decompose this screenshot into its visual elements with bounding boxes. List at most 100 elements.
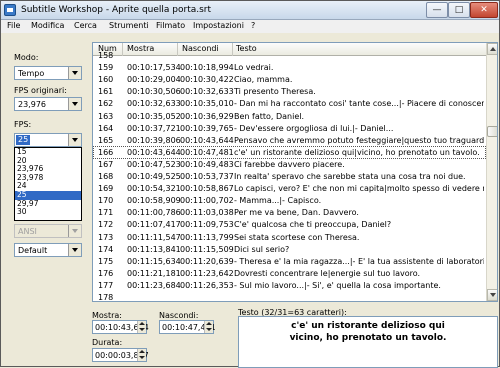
subtitle-line-1: c'e' un ristorante delizioso qui xyxy=(291,321,445,331)
cell-show: 00:10:47,523 xyxy=(127,159,181,169)
cell-num: 158 xyxy=(98,51,114,60)
duration-field[interactable]: 00:00:03,837 xyxy=(92,348,149,362)
fps-original-value: 23,976 xyxy=(18,100,46,109)
cell-show: 00:11:13,841 xyxy=(127,244,181,254)
cell-num: 170 xyxy=(98,196,114,206)
table-row[interactable]: 163 00:10:35,052 00:10:36,929 Ben fatto, Da… xyxy=(93,110,486,123)
cell-show: 00:11:15,634 xyxy=(127,256,181,266)
table-row[interactable]: 177 00:11:23,684 00:11:26,353- Sul mio lav… xyxy=(93,279,486,292)
cell-text: - Sul mio lavoro...|- Si', e' quella la … xyxy=(234,280,441,290)
cell-hide: 00:10:39,765 xyxy=(180,123,234,133)
table-row[interactable]: 160 00:10:29,004 00:10:30,422 Ciao, mamma. xyxy=(93,73,486,86)
chevron-down-icon xyxy=(68,225,81,237)
table-row[interactable]: 166 00:10:43,644 00:10:47,481 c'e' un risto… xyxy=(93,145,486,159)
title-bar[interactable]: Subtitle Workshop - Aprite quella porta.… xyxy=(1,1,499,20)
table-row[interactable]: 171 00:11:00,786 00:11:03,038 Per me va ben… xyxy=(93,206,486,219)
spin-arrows-icon[interactable] xyxy=(137,349,146,361)
chevron-down-icon[interactable] xyxy=(68,134,81,146)
hide-time-label: Nascondi: xyxy=(159,311,199,320)
menu-filmato[interactable]: Filmato xyxy=(156,21,185,30)
table-row[interactable]: 169 00:10:54,321 00:10:58,867 Lo capisci, v… xyxy=(93,182,486,195)
scroll-up-button[interactable] xyxy=(487,43,497,55)
table-row[interactable]: 167 00:10:47,523 00:10:49,483 Ci farebbe da… xyxy=(93,158,486,171)
encoding-select: ANSI xyxy=(14,224,82,238)
cell-num: 174 xyxy=(98,244,114,254)
window-title: Subtitle Workshop - Aprite quella porta.… xyxy=(21,5,212,15)
menu-help[interactable]: ? xyxy=(251,21,255,30)
cell-show: 00:10:35,052 xyxy=(127,111,181,121)
subtitle-line-2: vicino, ho prenotato un tavolo. xyxy=(289,333,447,343)
cell-hide: 00:11:20,639 xyxy=(180,256,234,266)
fps-original-select[interactable]: 23,976 xyxy=(14,97,82,111)
cell-num: 177 xyxy=(98,280,114,290)
chevron-down-icon[interactable] xyxy=(68,98,81,110)
table-row[interactable]: 162 00:10:32,633 00:10:35,010- Dan mi ha r… xyxy=(93,97,486,110)
cell-hide: 00:11:26,353 xyxy=(180,280,234,290)
cell-text: Ci farebbe davvero piacere. xyxy=(234,159,345,169)
table-row[interactable]: 173 00:11:11,547 00:11:13,799 Sei stata sco… xyxy=(93,231,486,244)
menu-file[interactable]: File xyxy=(7,21,20,30)
vertical-scrollbar[interactable] xyxy=(486,43,497,301)
chevron-down-icon[interactable] xyxy=(68,67,81,79)
cell-hide: 00:11:09,753 xyxy=(180,220,234,230)
table-row[interactable]: 176 00:11:21,181 00:11:23,642 Dovresti conc… xyxy=(93,267,486,280)
menu-cerca[interactable]: Cerca xyxy=(74,21,97,30)
table-row[interactable]: 165 00:10:39,806 00:10:43,644 Pensavo che a… xyxy=(93,134,486,147)
cell-hide: 00:10:36,929 xyxy=(180,111,234,121)
maximize-button[interactable]: □ xyxy=(448,2,470,18)
table-row[interactable]: 168 00:10:49,525 00:10:53,737 In realta' sp… xyxy=(93,170,486,183)
subtitle-grid[interactable]: Num Mostra Nascondi Testo 158 159 00:10:17… xyxy=(92,42,498,302)
minimize-button[interactable]: — xyxy=(426,2,448,18)
mode-label: Modo: xyxy=(14,53,39,62)
table-row[interactable]: 164 00:10:37,721 00:10:39,765- Dev'essere … xyxy=(93,122,486,135)
cell-num: 167 xyxy=(98,159,114,169)
cell-text: c'e' un ristorante delizioso qui|vicino,… xyxy=(234,147,480,157)
table-row[interactable]: 158 xyxy=(93,49,486,62)
cell-hide: 00:10:32,633 xyxy=(180,87,234,97)
subtitle-text-editor[interactable]: c'e' un ristorante delizioso qui vicino,… xyxy=(238,316,498,368)
table-row[interactable]: 172 00:11:07,417 00:11:09,753 C'e' qualcosa… xyxy=(93,218,486,231)
subtitle-workshop-icon[interactable] xyxy=(4,4,16,16)
fps-dropdown-list[interactable]: 15 20 23,976 23,978 24 25 29,97 30 xyxy=(14,147,82,221)
fps-option[interactable]: 30 xyxy=(15,208,81,217)
spin-arrows-icon[interactable] xyxy=(137,321,146,333)
cell-show: 00:11:23,684 xyxy=(127,280,181,290)
fps-select[interactable]: 25 xyxy=(14,133,82,147)
table-row[interactable]: 159 00:10:17,534 00:10:18,994 Lo vedrai. xyxy=(93,61,486,74)
mode-select[interactable]: Tempo xyxy=(14,66,82,80)
table-row[interactable]: 178 xyxy=(93,291,486,301)
menu-strumenti[interactable]: Strumenti xyxy=(109,21,149,30)
cell-hide: 00:10:35,010 xyxy=(180,99,234,109)
cell-text: Pensavo che avremmo potuto festeggiare|q… xyxy=(234,135,484,145)
spin-arrows-icon[interactable] xyxy=(204,321,213,333)
hide-time-field[interactable]: 00:10:47,481 xyxy=(159,320,216,334)
edit-panel: Mostra: 00:10:43,644 Nascondi: 00:10:47,… xyxy=(92,307,498,368)
table-row[interactable]: 175 00:11:15,634 00:11:20,639- Theresa e' … xyxy=(93,255,486,268)
table-row[interactable]: 161 00:10:30,506 00:10:32,633 Ti presento T… xyxy=(93,85,486,98)
cell-text: Ti presento Theresa. xyxy=(234,87,316,97)
cell-hide: 00:10:18,994 xyxy=(180,63,234,73)
show-time-field[interactable]: 00:10:43,644 xyxy=(92,320,149,334)
cell-show: 00:11:00,786 xyxy=(127,208,181,218)
cell-hide: 00:11:23,642 xyxy=(180,268,234,278)
scroll-thumb[interactable] xyxy=(487,126,497,137)
scroll-down-button[interactable] xyxy=(487,289,497,301)
cell-num: 176 xyxy=(98,268,114,278)
cell-text: - Dev'essere orgogliosa di lui.|- Daniel… xyxy=(234,123,394,133)
chevron-down-icon[interactable] xyxy=(68,244,81,256)
format-select[interactable]: Default xyxy=(14,243,82,257)
cell-num: 175 xyxy=(98,256,114,266)
cell-hide: 00:11:13,799 xyxy=(180,232,234,242)
table-row[interactable]: 174 00:11:13,841 00:11:15,509 Dici sul seri… xyxy=(93,243,486,256)
cell-show: 00:11:07,417 xyxy=(127,220,181,230)
menu-modifica[interactable]: Modifica xyxy=(31,21,64,30)
cell-num: 171 xyxy=(98,208,114,218)
cell-show: 00:10:58,909 xyxy=(127,196,181,206)
close-button[interactable]: ✕ xyxy=(470,2,498,18)
cell-show: 00:11:21,181 xyxy=(127,268,181,278)
app-window: Subtitle Workshop - Aprite quella porta.… xyxy=(0,0,500,368)
cell-num: 164 xyxy=(98,123,114,133)
menu-impostazioni[interactable]: Impostazioni xyxy=(193,21,244,30)
table-row[interactable]: 170 00:10:58,909 00:11:00,702- Mamma...|- … xyxy=(93,194,486,207)
cell-hide: 00:11:15,509 xyxy=(180,244,234,254)
